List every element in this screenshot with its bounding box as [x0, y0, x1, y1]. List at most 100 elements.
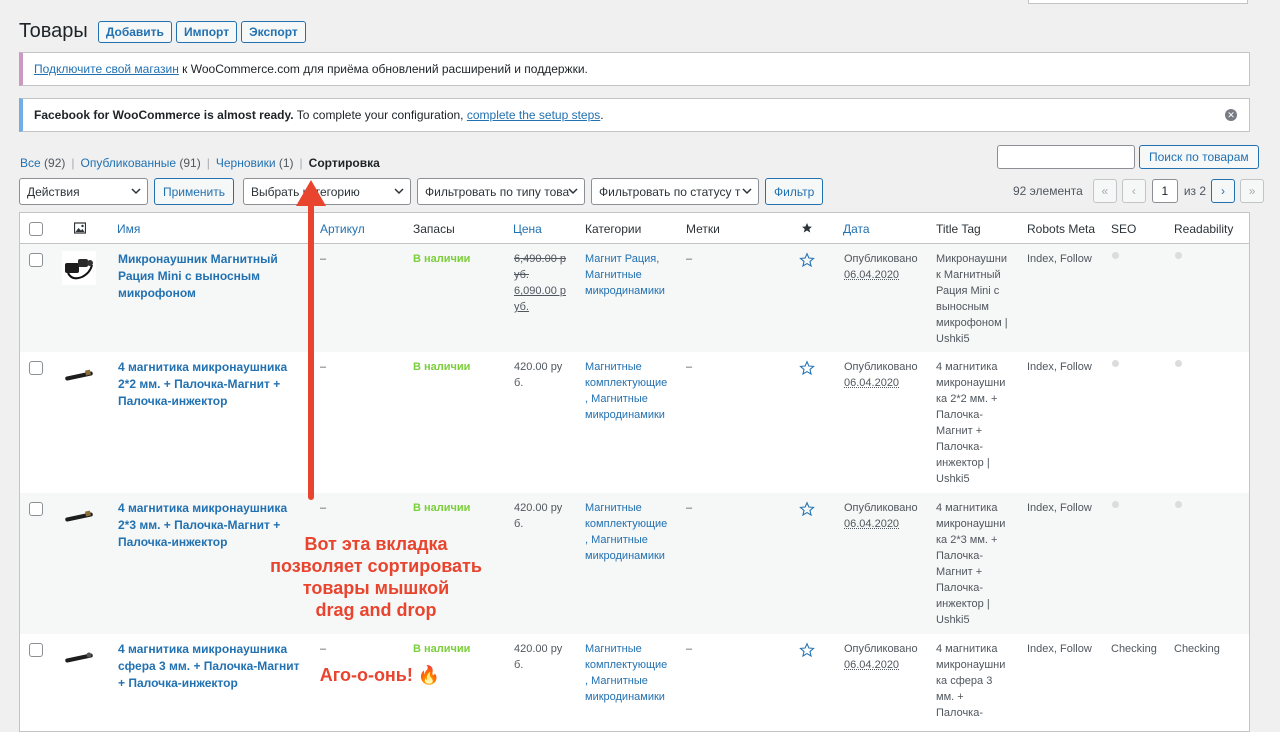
separator: | [206, 156, 210, 170]
title-tag-line: Палочка- [936, 441, 984, 453]
annotation-line: drag and drop [315, 600, 437, 620]
view-all[interactable]: Все [20, 156, 41, 170]
table-row[interactable]: Микронаушник Магнитный Рация Mini с выно… [20, 244, 1249, 352]
product-tags: – [686, 502, 693, 514]
separator: | [71, 156, 75, 170]
column-stock: Запасы [413, 222, 455, 236]
page-header: Товары Добавить Импорт Экспорт [19, 20, 310, 43]
row-checkbox[interactable] [29, 643, 43, 657]
category-link[interactable]: Магнитные [585, 641, 667, 657]
category-link[interactable]: , Магнитные [585, 532, 667, 548]
star-outline-icon[interactable] [799, 642, 815, 658]
product-thumbnail[interactable] [62, 641, 96, 675]
column-date[interactable]: Дата [843, 222, 870, 236]
row-checkbox[interactable] [29, 502, 43, 516]
star-outline-icon[interactable] [799, 252, 815, 268]
row-checkbox[interactable] [29, 253, 43, 267]
view-sorting[interactable]: Сортировка [309, 156, 380, 170]
product-price: 420.00 ру б. [514, 641, 562, 673]
search-button[interactable]: Поиск по товарам [1139, 145, 1259, 169]
category-link[interactable]: Магнитные [585, 359, 667, 375]
product-name-line: + Палочка-инжектор [118, 676, 238, 690]
readability-score-dot [1175, 360, 1182, 367]
search-input[interactable] [997, 145, 1135, 169]
dismiss-icon[interactable]: ✕ [1225, 109, 1237, 121]
export-button[interactable]: Экспорт [241, 20, 306, 43]
robots-meta: Index, Follow [1027, 361, 1092, 373]
star-outline-icon[interactable] [799, 360, 815, 376]
category-link[interactable]: Магнит Рация [585, 253, 656, 265]
product-price: 6,490.00 р уб. 6,090.00 р уб. [514, 251, 566, 315]
current-page-input[interactable]: 1 [1151, 179, 1178, 203]
price-line: 420.00 ру [514, 502, 563, 514]
column-name[interactable]: Имя [117, 222, 140, 236]
chevron-down-icon [568, 188, 578, 195]
title-tag-line: микронаушни [936, 377, 1006, 389]
column-price[interactable]: Цена [513, 222, 542, 236]
publish-status: Опубликовано [844, 361, 918, 373]
product-date: Опубликовано 06.04.2020 [844, 359, 918, 391]
product-type-select[interactable]: Фильтровать по типу това [417, 178, 585, 205]
first-page-button[interactable]: « [1092, 179, 1117, 203]
category-link[interactable]: , Магнитные [585, 391, 667, 407]
category-link[interactable]: , Магнитные [585, 673, 667, 689]
last-page-button[interactable]: » [1240, 179, 1265, 203]
magnet-stick-product-image [65, 510, 93, 522]
product-tags: – [686, 253, 693, 265]
title-tag-line: выносным [936, 301, 989, 313]
title-tag-line: Ushki5 [936, 473, 970, 485]
category-select[interactable]: Выбрать категорию [243, 178, 411, 205]
star-outline-icon[interactable] [799, 501, 815, 517]
seo-score-dot [1112, 252, 1119, 259]
title-tag-line: Ushki5 [936, 333, 970, 345]
setup-steps-link[interactable]: complete the setup steps [467, 108, 600, 122]
column-sku[interactable]: Артикул [320, 222, 365, 236]
product-date: Опубликовано 06.04.2020 [844, 500, 918, 532]
prev-page-button[interactable]: ‹ [1121, 179, 1146, 203]
table-row[interactable]: 4 магнитика микронаушника 2*3 мм. + Пало… [20, 493, 1249, 634]
view-published[interactable]: Опубликованные [81, 156, 177, 170]
category-link[interactable]: микродинамики [585, 407, 667, 423]
magnet-stick-product-image [65, 652, 93, 663]
product-name-link[interactable]: 4 магнитика микронаушника 2*2 мм. + Пало… [118, 359, 303, 410]
table-row[interactable]: 4 магнитика микронаушника 2*2 мм. + Пало… [20, 352, 1249, 493]
category-link[interactable]: Магнитные [585, 500, 667, 516]
screen-options-tab[interactable] [1028, 0, 1248, 4]
select-all-checkbox[interactable] [29, 222, 43, 236]
chevron-down-icon [131, 188, 141, 195]
product-date: Опубликовано 06.04.2020 [844, 251, 918, 283]
chevron-down-icon [742, 188, 752, 195]
category-link[interactable]: комплектующие [585, 516, 667, 532]
connect-store-link[interactable]: Подключите свой магазин [34, 62, 179, 76]
product-name-link[interactable]: Микронаушник Магнитный Рация Mini с выно… [118, 251, 303, 302]
import-button[interactable]: Импорт [175, 20, 238, 43]
product-name-link[interactable]: 4 магнитика микронаушника сфера 3 мм. + … [118, 641, 303, 692]
product-thumbnail[interactable] [62, 500, 96, 534]
stock-status-select[interactable]: Фильтровать по статусу т [591, 178, 759, 205]
table-row[interactable]: 4 магнитика микронаушника сфера 3 мм. + … [20, 634, 1249, 731]
product-thumbnail[interactable] [62, 359, 96, 393]
apply-button[interactable]: Применить [154, 178, 235, 205]
category-link[interactable]: комплектующие [585, 657, 667, 673]
category-link[interactable]: комплектующие [585, 375, 667, 391]
category-link[interactable]: Магнитные [585, 267, 665, 283]
title-tag-line: Магнит + [936, 566, 983, 578]
search-box: Поиск по товарам [997, 145, 1259, 169]
products-table: Имя Артикул Запасы Цена Категории Метки … [19, 212, 1250, 732]
category-link[interactable]: микродинамики [585, 548, 667, 564]
row-checkbox[interactable] [29, 361, 43, 375]
image-icon [74, 222, 86, 234]
product-thumbnail[interactable] [62, 251, 96, 285]
filter-button[interactable]: Фильтр [765, 178, 824, 205]
bulk-action-select[interactable]: Действия [19, 178, 148, 205]
title-tag-line: Палочка- [936, 582, 984, 594]
category-link[interactable]: микродинамики [585, 283, 665, 299]
annotation-fire-text: Аго-о-онь! 🔥 [319, 665, 441, 685]
next-page-button[interactable]: › [1211, 179, 1236, 203]
sale-price: 6,090.00 р [514, 285, 566, 297]
title-tag: 4 магнитика микронаушни ка 2*2 мм. + Пал… [936, 359, 1016, 487]
view-drafts[interactable]: Черновики [216, 156, 276, 170]
add-product-button[interactable]: Добавить [97, 20, 172, 43]
bulk-action-label: Действия [27, 184, 80, 199]
category-link[interactable]: микродинамики [585, 689, 667, 705]
